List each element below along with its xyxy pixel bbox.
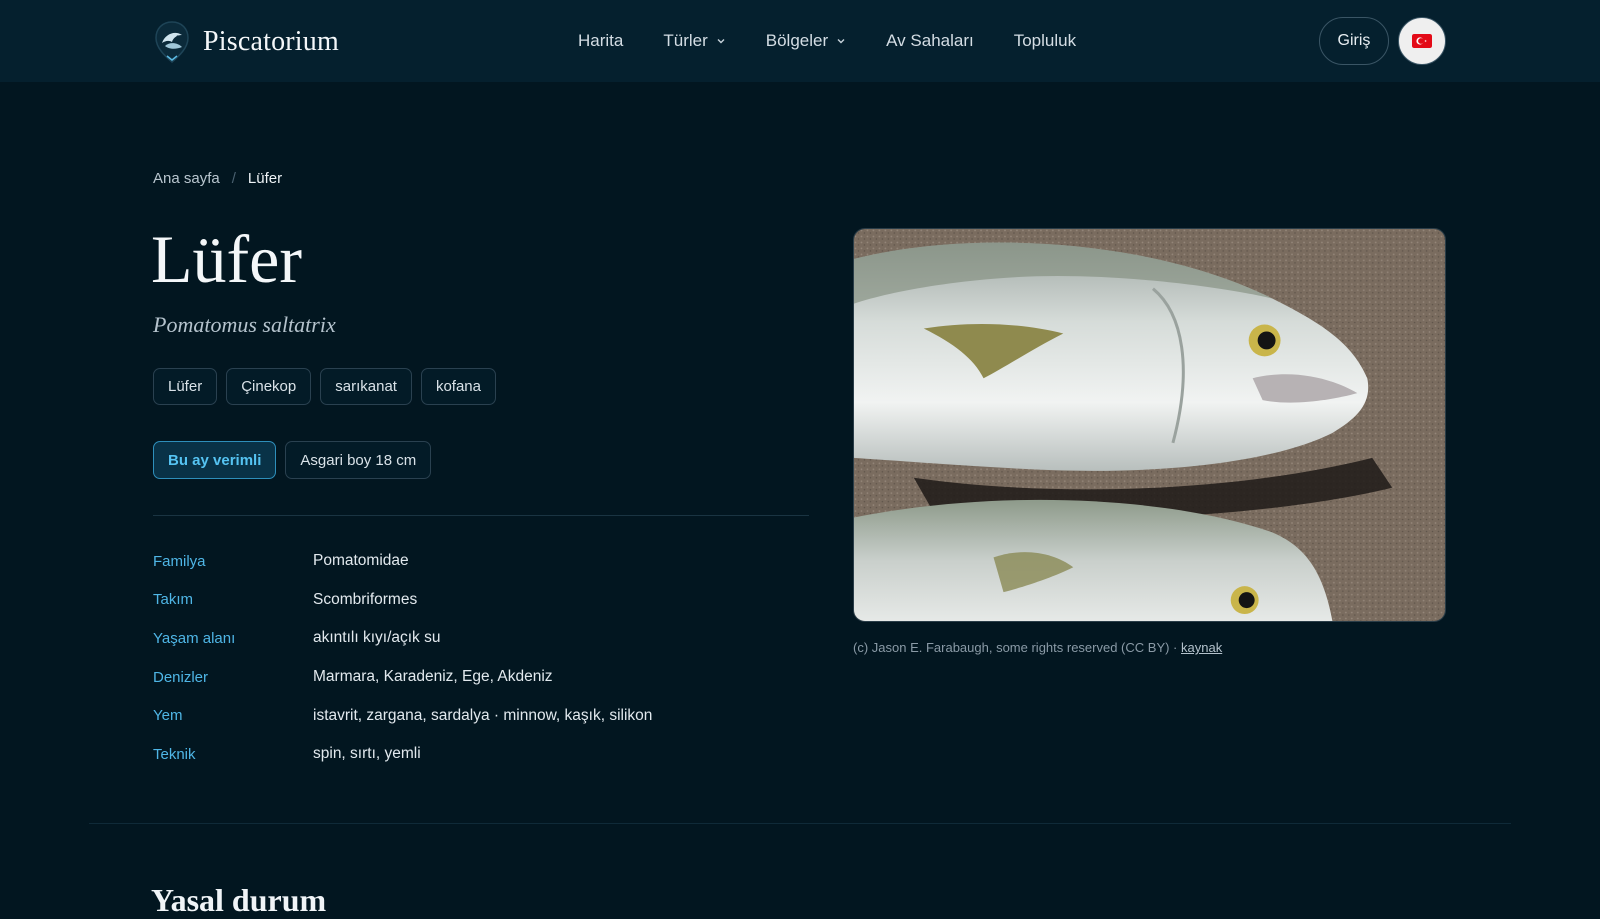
info-value: Pomatomidae [313,552,409,570]
nav-item-community[interactable]: Topluluk [1014,31,1076,51]
brand-home-link[interactable]: Piscatorium [153,20,339,64]
info-value: Scombriformes [313,590,418,608]
info-label: Yem [153,707,183,725]
page-title: Lüfer [151,221,303,297]
info-label: Teknik [153,745,196,763]
info-label: Denizler [153,668,209,686]
photo-credit-text: (c) Jason E. Farabaugh, some rights rese… [853,640,1182,655]
breadcrumb: Ana sayfa / Lüfer [153,170,282,187]
nav-item-fishing-spots[interactable]: Av Sahaları [886,31,974,51]
photo-source-link[interactable]: kaynak [1181,640,1222,655]
info-value: spin, sırtı, yemli [313,745,421,763]
info-row-technique: Teknik spin, sırtı, yemli [153,735,813,774]
info-row-seas: Denizler Marmara, Karadeniz, Ege, Akdeni… [153,658,813,697]
photo-credit: (c) Jason E. Farabaugh, some rights rese… [853,640,1222,655]
top-navigation-bar: Piscatorium Harita Türler Bölgeler Av Sa… [0,0,1600,82]
info-value: Marmara, Karadeniz, Ege, Akdeniz [313,668,553,686]
alias-chip: sarıkanat [320,368,412,405]
section-divider [89,823,1511,824]
nav-item-label: Türler [663,31,708,50]
brand-name: Piscatorium [203,26,339,57]
nav-item-label: Topluluk [1013,31,1077,50]
season-badge: Bu ay verimli [153,441,277,479]
info-row-habitat: Yaşam alanı akıntılı kıyı/açık su [153,619,813,658]
breadcrumb-current: Lüfer [247,170,283,187]
nav-item-regions[interactable]: Bölgeler [766,31,846,51]
alias-chip: Çinekop [226,368,312,405]
turkey-flag-icon [1412,34,1432,48]
nav-item-species[interactable]: Türler [663,31,725,51]
info-value: istavrit, zargana, sardalya · minnow, ka… [313,706,653,724]
info-row-family: Familya Pomatomidae [153,542,813,581]
species-photo [853,228,1446,622]
breadcrumb-separator: / [231,170,236,187]
species-info-table: Familya Pomatomidae Takım Scombriformes … [153,542,813,774]
nav-item-label: Harita [578,31,624,50]
language-button[interactable] [1398,17,1446,65]
scientific-name: Pomatomus saltatrix [153,312,336,337]
min-size-badge: Asgari boy 18 cm [285,441,432,479]
chevron-down-icon [837,39,845,44]
legal-status-heading: Yasal durum [151,882,327,918]
info-value: akıntılı kıyı/açık su [313,629,441,647]
alias-chip: Lüfer [153,368,218,405]
info-row-order: Takım Scombriformes [153,581,813,620]
main-nav: Harita Türler Bölgeler Av Sahaları Toplu… [578,28,1076,54]
info-row-bait: Yem istavrit, zargana, sardalya · minnow… [153,696,813,735]
info-label: Familya [153,552,206,570]
info-label: Yaşam alanı [153,629,236,647]
alias-chip: kofana [420,368,496,405]
status-badges: Bu ay verimli Asgari boy 18 cm [153,441,432,479]
nav-item-label: Av Sahaları [886,31,974,50]
nav-item-label: Bölgeler [765,31,829,50]
bluefish-photo-illustration [854,229,1445,621]
alias-chip-list: Lüfer Çinekop sarıkanat kofana [153,368,496,405]
breadcrumb-home-link[interactable]: Ana sayfa [153,170,220,187]
fish-logo-icon [155,21,189,63]
chevron-down-icon [717,39,725,44]
login-button[interactable]: Giriş [1319,17,1389,65]
divider [153,515,809,516]
info-label: Takım [153,591,194,609]
nav-item-map[interactable]: Harita [578,31,623,51]
